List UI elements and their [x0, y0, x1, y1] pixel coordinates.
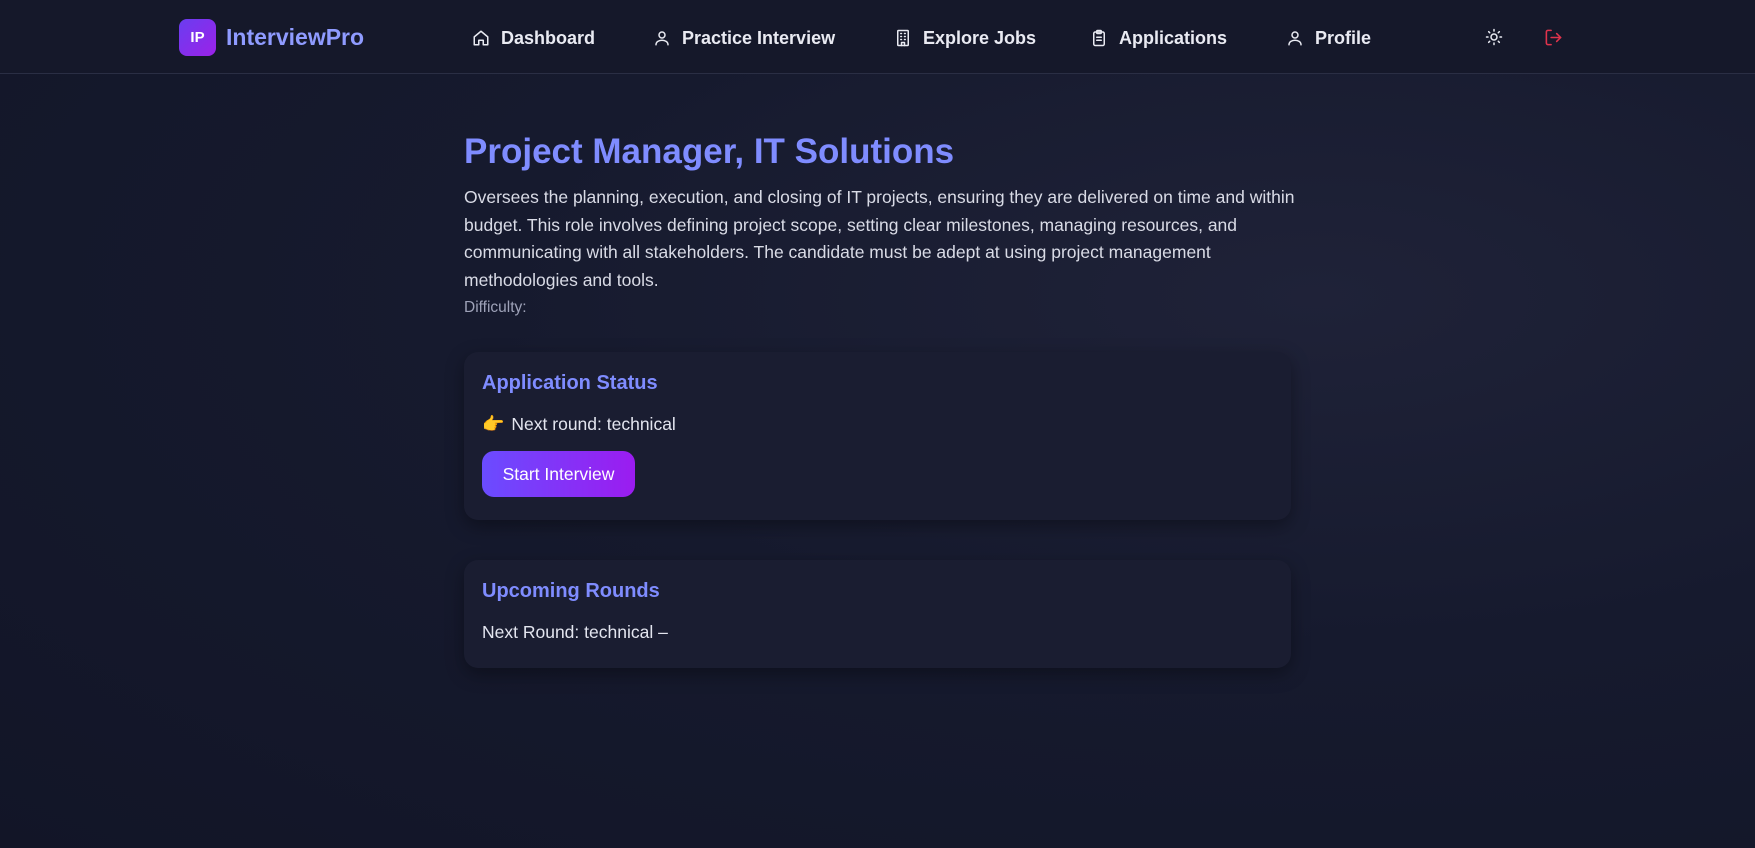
page-title: Project Manager, IT Solutions: [464, 132, 955, 171]
card-title: Application Status: [482, 372, 658, 394]
upcoming-rounds-card: Upcoming Rounds Next Round: technical –: [464, 560, 1291, 668]
nav-item-label: Practice Interview: [682, 27, 836, 48]
logout-button[interactable]: [1542, 26, 1564, 48]
user-icon: [1288, 31, 1302, 46]
application-status-card: Application Status 👉 Next round: technic…: [464, 352, 1291, 520]
top-navbar: IP InterviewPro Dashboard Practice Inter…: [0, 0, 1755, 74]
home-icon: [473, 30, 489, 46]
nav-item-label: Explore Jobs: [923, 27, 1037, 48]
nav-item-applications[interactable]: Applications: [1090, 24, 1227, 52]
logout-icon: [1545, 29, 1561, 45]
nav-item-label: Profile: [1315, 27, 1372, 48]
next-round-text: Next round: technical: [511, 414, 676, 434]
start-interview-button[interactable]: Start Interview: [482, 451, 635, 497]
next-round-status: 👉 Next round: technical: [482, 414, 1273, 435]
nav-item-profile[interactable]: Profile: [1286, 24, 1371, 52]
upcoming-round-text: Next Round: technical –: [482, 622, 668, 642]
nav-item-dashboard[interactable]: Dashboard: [472, 24, 595, 52]
theme-toggle-button[interactable]: [1483, 26, 1505, 48]
building-icon: [897, 29, 909, 47]
nav-item-practice-interview[interactable]: Practice Interview: [653, 24, 835, 52]
nav-item-label: Applications: [1119, 27, 1228, 48]
clipboard-icon: [1093, 29, 1105, 47]
job-description: Oversees the planning, execution, and cl…: [464, 187, 1295, 290]
brand-logo[interactable]: IP: [179, 18, 216, 56]
difficulty-label: Difficulty:: [464, 299, 527, 316]
user-icon: [655, 31, 669, 46]
nav-item-label: Dashboard: [501, 27, 596, 48]
sun-icon: [1485, 28, 1503, 46]
pointing-hand-icon: 👉: [482, 414, 505, 434]
nav-item-explore-jobs[interactable]: Explore Jobs: [894, 24, 1036, 52]
brand-name[interactable]: InterviewPro: [226, 24, 364, 51]
job-details: Project Manager, IT Solutions Oversees t…: [464, 130, 1296, 317]
brand[interactable]: IP InterviewPro: [179, 18, 364, 56]
card-title: Upcoming Rounds: [482, 580, 660, 602]
